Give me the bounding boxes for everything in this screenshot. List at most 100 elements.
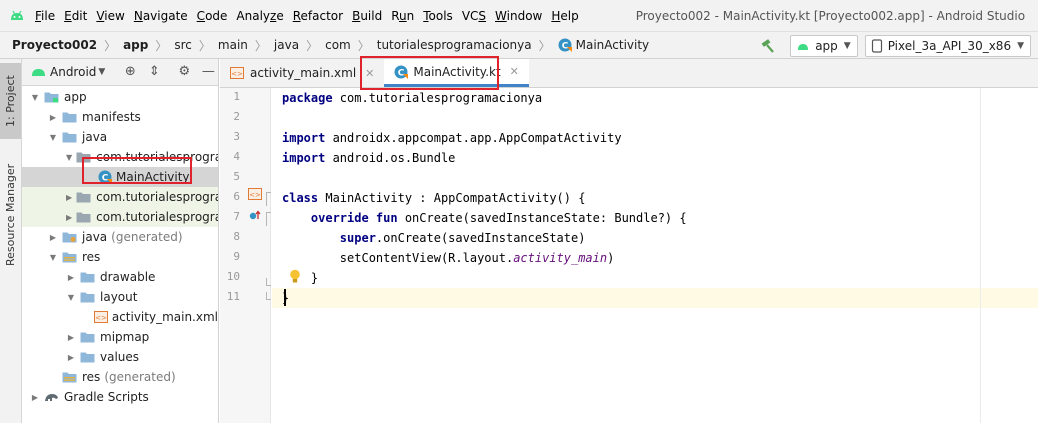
breadcrumb-mainactivity[interactable]: C MainActivity: [558, 38, 649, 52]
code-text: .onCreate(savedInstanceState): [375, 231, 586, 245]
menu-help[interactable]: Help: [551, 9, 578, 23]
tree-item-label: app: [64, 90, 87, 104]
run-configuration-label: app: [815, 38, 838, 53]
breadcrumb-src[interactable]: src: [174, 38, 192, 52]
line-number: 6: [233, 190, 240, 203]
folder-icon: [62, 132, 77, 143]
tree-item[interactable]: ▶ values: [22, 347, 218, 367]
tree-item[interactable]: ▶ drawable: [22, 267, 218, 287]
expand-arrow-down-icon[interactable]: ▼: [66, 293, 76, 302]
expand-arrow-right-icon[interactable]: ▶: [48, 113, 58, 122]
expand-arrow-right-icon[interactable]: ▶: [66, 353, 76, 362]
menu-build[interactable]: Build: [352, 9, 382, 23]
tool-tab-project[interactable]: 1: Project: [0, 63, 21, 139]
layout-xml-icon: <>: [230, 67, 244, 79]
text-caret: [284, 289, 286, 306]
project-view-mode-label: Android: [50, 65, 97, 79]
fold-marker[interactable]: [266, 292, 271, 300]
breadcrumb-app-label: app: [123, 38, 149, 52]
fold-marker[interactable]: [266, 278, 271, 286]
tree-item[interactable]: ▶ Gradle Scripts: [22, 387, 218, 407]
svg-text:<>: <>: [231, 70, 243, 78]
svg-text:C: C: [102, 174, 109, 184]
tree-item[interactable]: ▶ com.tutorialesprogramacionya: [22, 187, 218, 207]
menu-file[interactable]: File: [35, 9, 55, 23]
line-number: 3: [233, 130, 240, 143]
breadcrumb-package[interactable]: tutorialesprogramacionya: [377, 38, 532, 52]
fold-marker[interactable]: [266, 192, 271, 206]
hide-panel-icon[interactable]: —: [201, 65, 215, 79]
expand-arrow-right-icon[interactable]: ▶: [48, 233, 58, 242]
project-panel-header: Android ▼ ⊕ ⇕ ⚙ —: [22, 59, 218, 86]
chevron-right-icon: 〉: [104, 38, 117, 53]
close-icon[interactable]: ✕: [365, 67, 374, 80]
tree-item[interactable]: ▶ java (generated): [22, 227, 218, 247]
expand-arrow-down-icon[interactable]: ▼: [66, 153, 72, 162]
tree-item[interactable]: ▶ manifests: [22, 107, 218, 127]
fold-marker[interactable]: [266, 212, 271, 226]
code-text: com.tutorialesprogramacionya: [332, 91, 543, 105]
code-text: setContentView(R.layout.: [339, 251, 514, 265]
code-line-7: override fun onCreate(savedInstanceState…: [282, 208, 687, 228]
tool-tab-resource-manager[interactable]: Resource Manager: [0, 155, 21, 275]
tree-item[interactable]: ▼ java: [22, 127, 218, 147]
chevron-down-icon: ▼: [98, 67, 106, 77]
breadcrumb-com[interactable]: com: [325, 38, 351, 52]
tree-item[interactable]: ▼ layout: [22, 287, 218, 307]
project-view-mode-select[interactable]: Android ▼: [31, 65, 105, 79]
res-folder-icon: [62, 252, 77, 263]
menu-run[interactable]: Run: [391, 9, 414, 23]
hammer-icon[interactable]: [760, 38, 776, 54]
code-editor[interactable]: package com.tutorialesprogramacionya imp…: [272, 88, 1038, 423]
tree-item[interactable]: ▶ com.tutorialesprogramacionya: [22, 207, 218, 227]
code-keyword: import: [282, 151, 326, 165]
menu-analyze[interactable]: Analyze: [236, 9, 283, 23]
android-module-icon: [798, 43, 809, 50]
override-method-icon[interactable]: [248, 209, 262, 221]
breadcrumb-java[interactable]: java: [274, 38, 299, 52]
expand-arrow-right-icon[interactable]: ▶: [66, 273, 76, 282]
tree-item[interactable]: ▼ app: [22, 87, 218, 107]
menu-vcs[interactable]: VCS: [462, 9, 486, 23]
menu-code[interactable]: Code: [197, 9, 228, 23]
expand-arrow-right-icon[interactable]: ▶: [66, 213, 72, 222]
breadcrumb-app[interactable]: app: [123, 38, 148, 52]
gear-icon[interactable]: ⚙: [177, 65, 191, 79]
tree-item[interactable]: <> activity_main.xml: [22, 307, 218, 327]
tree-item[interactable]: C MainActivity: [22, 167, 218, 187]
menu-window[interactable]: Window: [495, 9, 542, 23]
tree-item[interactable]: res (generated): [22, 367, 218, 387]
package-icon: [76, 152, 91, 163]
expand-arrow-down-icon[interactable]: ▼: [48, 253, 58, 262]
expand-arrow-right-icon[interactable]: ▶: [66, 193, 72, 202]
menu-view[interactable]: View: [96, 9, 124, 23]
locate-target-icon[interactable]: ⊕: [123, 65, 137, 79]
tab-activity-main-xml[interactable]: <> activity_main.xml ✕: [220, 59, 384, 87]
layout-xml-icon[interactable]: <>: [248, 188, 262, 200]
expand-arrow-down-icon[interactable]: ▼: [48, 133, 58, 142]
collapse-all-icon[interactable]: ⇕: [147, 65, 161, 79]
expand-arrow-right-icon[interactable]: ▶: [66, 333, 76, 342]
expand-arrow-down-icon[interactable]: ▼: [30, 93, 40, 102]
lightbulb-icon[interactable]: [289, 269, 301, 284]
chevron-right-icon: 〉: [254, 38, 267, 53]
tree-item[interactable]: ▼ com.tutorialesprogramacionya: [22, 147, 218, 167]
tree-item-label: com.tutorialesprogramacionya: [96, 150, 218, 164]
menu-edit[interactable]: Edit: [64, 9, 87, 23]
menu-refactor[interactable]: Refactor: [293, 9, 343, 23]
chevron-right-icon: 〉: [538, 38, 551, 53]
breadcrumb-project[interactable]: Proyecto002: [12, 38, 97, 52]
tree-item[interactable]: ▶ mipmap: [22, 327, 218, 347]
expand-arrow-right-icon[interactable]: ▶: [30, 393, 40, 402]
tree-item-label: java: [82, 230, 108, 244]
close-icon[interactable]: ✕: [510, 65, 519, 78]
tree-item[interactable]: ▼ res: [22, 247, 218, 267]
device-select[interactable]: Pixel_3a_API_30_x86 ▼: [864, 34, 1031, 57]
menu-tools[interactable]: Tools: [423, 9, 453, 23]
tab-mainactivity-kt[interactable]: C MainActivity.kt ✕: [384, 59, 529, 87]
run-configuration-select[interactable]: app ▼: [790, 34, 858, 57]
chevron-right-icon: 〉: [198, 38, 211, 53]
menu-navigate[interactable]: Navigate: [134, 9, 188, 23]
breadcrumb-main[interactable]: main: [218, 38, 248, 52]
